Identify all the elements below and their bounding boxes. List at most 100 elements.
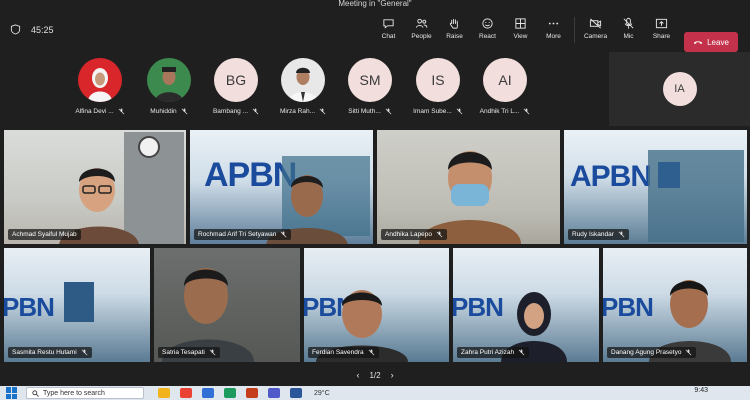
participant-strip: Alfina Devi ... Muhiddin BG Bambang ... … bbox=[0, 50, 605, 126]
self-avatar: IA bbox=[662, 72, 697, 106]
participant-item[interactable]: Alfina Devi ... bbox=[67, 58, 133, 115]
participant-name: Achmad Syaiful Mujab bbox=[12, 231, 77, 238]
video-tile[interactable]: PBN Ferdian Savendra bbox=[304, 248, 449, 362]
participant-item[interactable]: BG Bambang ... bbox=[203, 58, 269, 115]
mic-off-icon bbox=[385, 108, 392, 115]
avatar-initials: IA bbox=[674, 83, 685, 95]
more-label: More bbox=[546, 33, 561, 40]
chat-button[interactable]: Chat bbox=[372, 17, 405, 43]
avatar: SM bbox=[348, 58, 392, 102]
next-page-button[interactable]: › bbox=[391, 370, 394, 380]
page-indicator: 1/2 bbox=[369, 370, 381, 380]
mic-off-icon bbox=[518, 349, 525, 356]
raise-hand-button[interactable]: Raise bbox=[438, 17, 471, 43]
participant-name-chip: Rudy Iskandar bbox=[568, 229, 629, 240]
avatar-initials: SM bbox=[359, 72, 381, 88]
leave-label: Leave bbox=[707, 37, 729, 47]
leave-button[interactable]: Leave bbox=[684, 32, 738, 52]
search-placeholder: Type here to search bbox=[43, 389, 105, 397]
mic-off-icon bbox=[209, 349, 216, 356]
participant-name: Andhik Tri L... bbox=[479, 108, 520, 115]
participant-name-chip: Ferdian Savendra bbox=[308, 347, 379, 358]
participant-name-row: Bambang ... bbox=[213, 108, 259, 115]
participant-item[interactable]: Mirza Rah... bbox=[270, 58, 336, 115]
react-button[interactable]: React bbox=[471, 17, 504, 43]
chat-icon bbox=[383, 19, 394, 29]
view-button[interactable]: View bbox=[504, 17, 537, 43]
meeting-timer: 45:25 bbox=[31, 24, 54, 35]
video-tile[interactable]: Satria Tesapati bbox=[154, 248, 300, 362]
participant-name-row: Muhiddin bbox=[150, 108, 188, 115]
share-button[interactable]: Share bbox=[645, 17, 678, 43]
video-tile[interactable]: APBN Rudy Iskandar bbox=[564, 130, 747, 244]
more-icon bbox=[548, 22, 559, 25]
search-icon bbox=[32, 389, 39, 397]
powerpoint-icon[interactable] bbox=[246, 388, 258, 398]
participant-name-chip: Sasmita Restu Hutami bbox=[8, 347, 92, 358]
avatar bbox=[78, 58, 122, 102]
participant-item[interactable]: IS Imam Sube... bbox=[405, 58, 471, 115]
participant-item[interactable]: SM Sitti Muth... bbox=[337, 58, 403, 115]
mic-off-icon bbox=[368, 349, 375, 356]
windows-start-icon[interactable] bbox=[6, 387, 18, 399]
participant-name: Ferdian Savendra bbox=[312, 349, 364, 356]
participant-name: Bambang ... bbox=[212, 108, 249, 115]
chat-label: Chat bbox=[381, 33, 396, 40]
mic-off-icon bbox=[118, 108, 125, 115]
taskbar-search-box[interactable]: Type here to search bbox=[26, 387, 144, 399]
truck-shape bbox=[658, 162, 680, 188]
participant-name-row: Imam Sube... bbox=[413, 108, 463, 115]
hand-icon bbox=[449, 18, 458, 29]
share-icon bbox=[655, 18, 668, 29]
participant-name-chip: Rochmad Arif Tri Setyawan bbox=[194, 229, 292, 240]
edge-icon[interactable] bbox=[202, 388, 214, 398]
excel-icon[interactable] bbox=[224, 388, 236, 398]
participant-item[interactable]: AI Andhik Tri L... bbox=[472, 58, 538, 115]
slide-title: APBN bbox=[570, 160, 652, 193]
taskbar-app-icons bbox=[158, 388, 302, 398]
people-button[interactable]: People bbox=[405, 17, 438, 43]
mic-off-icon bbox=[623, 17, 634, 29]
wall-clock-icon bbox=[138, 136, 160, 158]
file-explorer-icon[interactable] bbox=[158, 388, 170, 398]
mic-off-icon bbox=[319, 108, 326, 115]
people-icon bbox=[415, 18, 428, 28]
avatar: AI bbox=[483, 58, 527, 102]
raise-label: Raise bbox=[446, 33, 463, 40]
weather-text[interactable]: 29°C bbox=[314, 390, 330, 397]
taskbar-clock[interactable]: 9:43 bbox=[694, 387, 708, 394]
participant-name-row: Alfina Devi ... bbox=[75, 108, 125, 115]
mic-off-icon bbox=[81, 349, 88, 356]
word-icon[interactable] bbox=[290, 388, 302, 398]
camera-label: Camera bbox=[583, 33, 608, 40]
camera-button[interactable]: Camera bbox=[579, 17, 612, 43]
mic-off-icon bbox=[686, 349, 692, 356]
video-tile[interactable]: PBN Sasmita Restu Hutami bbox=[4, 248, 150, 362]
video-tile[interactable]: PBN Danang Agung Prasetyo bbox=[603, 248, 747, 362]
video-tile[interactable]: Andhika Lapepo bbox=[377, 130, 560, 244]
phone-hangup-icon bbox=[693, 41, 703, 45]
video-tile[interactable]: Achmad Syaiful Mujab bbox=[4, 130, 186, 244]
participant-name: Imam Sube... bbox=[413, 108, 452, 115]
participant-name-row: Andhik Tri L... bbox=[480, 108, 531, 115]
more-button[interactable]: More bbox=[537, 17, 570, 43]
teams-icon[interactable] bbox=[268, 388, 280, 398]
mic-label: Mic bbox=[623, 33, 634, 40]
truck-shape bbox=[64, 282, 94, 322]
participant-name-chip: Andhika Lapepo bbox=[381, 229, 447, 240]
video-tile[interactable]: APBN Rochmad Arif Tri Setyawan bbox=[190, 130, 373, 244]
video-tile[interactable]: PBN Zahra Putri Azizah bbox=[453, 248, 599, 362]
avatar bbox=[281, 58, 325, 102]
avatar-initials: AI bbox=[498, 72, 512, 88]
mic-button[interactable]: Mic bbox=[612, 17, 645, 43]
previous-page-button[interactable]: ‹ bbox=[356, 370, 359, 380]
avatar: IS bbox=[416, 58, 460, 102]
toolbar-divider bbox=[574, 17, 575, 43]
meeting-timer-area: 45:25 bbox=[10, 24, 54, 35]
avatar-initials: BG bbox=[225, 72, 247, 88]
participant-item[interactable]: Muhiddin bbox=[136, 58, 202, 115]
grid-view-icon bbox=[515, 18, 526, 29]
participant-name: Sasmita Restu Hutami bbox=[12, 349, 77, 356]
self-video-tile[interactable]: IA bbox=[609, 52, 750, 126]
chrome-icon[interactable] bbox=[180, 388, 192, 398]
